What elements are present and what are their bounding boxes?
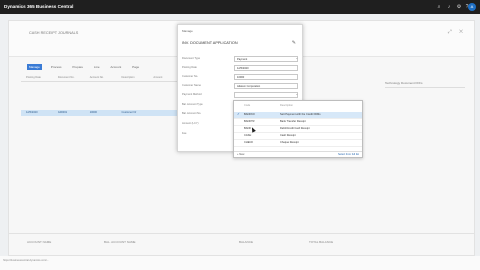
chevron-down-icon[interactable]: ⌄	[295, 56, 298, 60]
app-title: Dynamics 365 Business Central	[4, 4, 74, 9]
total-balance: BALANCE	[239, 240, 254, 244]
search-icon[interactable]: ⌕	[436, 4, 442, 10]
tab-line[interactable]: Line	[92, 64, 102, 70]
grid-cell[interactable]: 10000	[90, 110, 116, 116]
gear-icon[interactable]: ⚙	[456, 4, 462, 10]
field-posting-date: Posting Date 1/25/2020	[182, 65, 300, 72]
action-bar: Manage Process Prepare Line Account Page	[27, 64, 147, 72]
lookup-col-description: Description	[280, 104, 293, 107]
totals-bar: ACCOUNT NAME BAL. ACCOUNT NAME BALANCE T…	[9, 233, 474, 257]
lookup-footer: + New Select from full list	[234, 151, 362, 157]
journal-grid: Posting Date Document No. Account No. De…	[21, 75, 191, 116]
table-row[interactable]: 1/25/2020 G00001 10000 Customer Nr	[21, 110, 191, 116]
dialog-caption: Manage	[182, 29, 193, 33]
lookup-row[interactable]: CASH Cash Receipt	[234, 133, 362, 140]
new-button[interactable]: + New	[237, 153, 244, 156]
grid-cell[interactable]: Customer Nr	[122, 110, 148, 116]
field-document-type: Document Type Payment ⌄	[182, 56, 298, 62]
total-total-balance: TOTAL BALANCE	[309, 240, 334, 244]
payment-method-select[interactable]	[234, 92, 298, 98]
page-title: CASH RECEIPT JOURNALS	[29, 31, 79, 35]
grid-col-header[interactable]: Posting Date	[26, 76, 52, 79]
edit-icon[interactable]: ✎	[292, 40, 296, 46]
grid-col-header[interactable]: Account No.	[90, 76, 116, 79]
tab-manage[interactable]: Manage	[27, 64, 42, 70]
lookup-row[interactable]: BANKTR Bank Transfer Receipt	[234, 119, 362, 126]
chevron-down-icon[interactable]: ⌄	[295, 92, 298, 96]
grid-header: Posting Date Document No. Account No. De…	[21, 75, 191, 82]
posting-date-input[interactable]: 1/25/2020	[234, 65, 298, 71]
tab-account[interactable]: Account	[108, 64, 123, 70]
page-tools[interactable]: ⤢ ✕	[448, 29, 466, 35]
customer-no-input[interactable]: 10000	[234, 74, 298, 80]
status-bar: https://businesscentral.dynamics.com/...	[0, 256, 480, 270]
lookup-row[interactable]: ✓ BANKKO Sett Payment with the Credit FD…	[234, 112, 362, 119]
check-icon: ✓	[237, 112, 240, 116]
total-bal-account-name: BAL. ACCOUNT NAME	[104, 240, 136, 244]
avatar[interactable]: A	[468, 3, 476, 11]
field-payment-method: Payment Method ⌄	[182, 92, 298, 98]
customer-name-input[interactable]: Adatum Corporation	[234, 83, 298, 89]
field-customer-no: Customer No. 10000	[182, 74, 300, 81]
document-type-select[interactable]: Payment	[234, 56, 298, 62]
top-bar: Dynamics 365 Business Central ⌕ ♪ ⚙ ? A	[0, 0, 480, 14]
status-url: https://businesscentral.dynamics.com/...	[3, 259, 49, 262]
total-account-name: ACCOUNT NAME	[27, 240, 52, 244]
lookup-header: Code Description	[234, 104, 362, 110]
grid-cell[interactable]: G00001	[58, 110, 84, 116]
factbox-title: Technology Document FFFs	[385, 81, 465, 88]
grid-col-header[interactable]: Amount	[153, 76, 179, 79]
lookup-col-code: Code	[244, 104, 251, 107]
factbox-panel: Technology Document FFFs	[385, 81, 465, 201]
tab-prepare[interactable]: Prepare	[70, 64, 85, 70]
grid-col-header[interactable]: Description	[122, 76, 148, 79]
select-full-list-link[interactable]: Select from full list	[338, 153, 359, 156]
grid-cell[interactable]: 1/25/2020	[26, 110, 52, 116]
grid-col-header[interactable]: Document No.	[58, 76, 84, 79]
field-customer-name: Customer Name Adatum Corporation	[182, 83, 300, 90]
bell-icon[interactable]: ♪	[446, 4, 452, 10]
dialog-heading: INV. DOCUMENT APPLICATION	[182, 41, 238, 45]
tab-page[interactable]: Page	[130, 64, 141, 70]
tab-process[interactable]: Process	[49, 64, 64, 70]
lookup-row[interactable]: CHECK Cheque Receipt	[234, 140, 362, 147]
